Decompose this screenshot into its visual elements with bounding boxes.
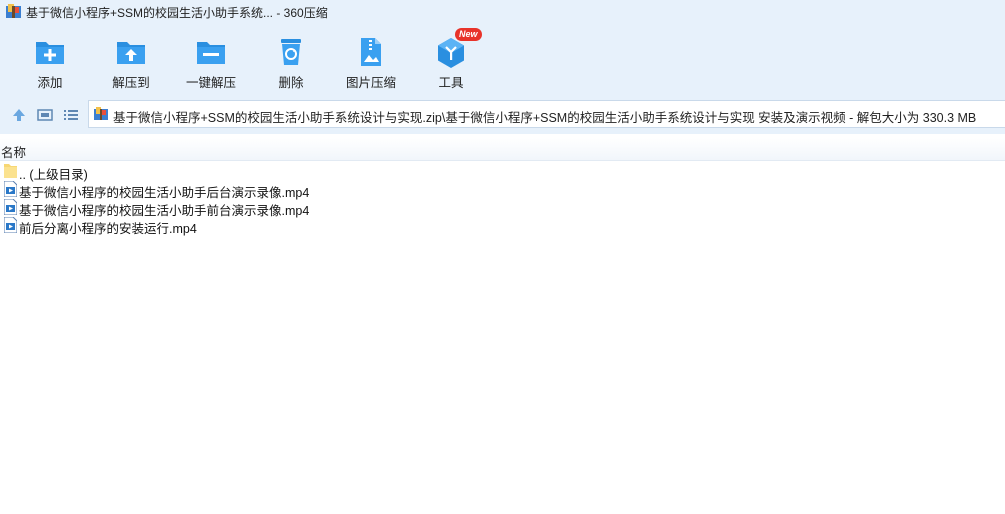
- list-item-parent[interactable]: .. (上级目录): [0, 162, 1005, 182]
- video-file-icon: [4, 181, 17, 197]
- video-file-icon: [4, 217, 17, 233]
- recycle-bin-icon: [281, 39, 301, 65]
- column-name-header[interactable]: 名称: [1, 142, 26, 161]
- add-label: 添加: [37, 76, 63, 90]
- up-arrow-icon[interactable]: [10, 106, 28, 124]
- folder-icon: [4, 164, 17, 178]
- file-list: .. (上级目录) 基于微信小程序的校园生活小助手后台演示录像.mp4 基于微信…: [0, 162, 1005, 236]
- list-item[interactable]: 基于微信小程序的校园生活小助手后台演示录像.mp4: [0, 180, 1005, 200]
- one-click-extract-label: 一键解压: [185, 76, 236, 90]
- address-path: 基于微信小程序+SSM的校园生活小助手系统设计与实现.zip\基于微信小程序+S…: [113, 111, 977, 125]
- tools-button[interactable]: New 工具: [411, 28, 491, 92]
- extract-to-icon: [117, 42, 145, 64]
- zip-archive-icon: [94, 107, 108, 120]
- window-title: 基于微信小程序+SSM的校园生活小助手系统... - 360压缩: [26, 6, 328, 20]
- list-item[interactable]: 前后分离小程序的安装运行.mp4: [0, 216, 1005, 236]
- image-compress-icon: [361, 38, 381, 66]
- extract-to-button[interactable]: 解压到: [91, 30, 171, 92]
- archive-app-icon: [6, 4, 21, 18]
- column-header[interactable]: 名称: [0, 138, 1005, 161]
- new-badge: New: [455, 28, 482, 41]
- one-click-extract-button[interactable]: 一键解压: [171, 30, 251, 92]
- address-field[interactable]: 基于微信小程序+SSM的校园生活小助手系统设计与实现.zip\基于微信小程序+S…: [88, 100, 1005, 128]
- image-compress-button[interactable]: 图片压缩: [331, 30, 411, 92]
- address-bar-area: 基于微信小程序+SSM的校园生活小助手系统设计与实现.zip\基于微信小程序+S…: [0, 96, 1005, 134]
- title-bar: 基于微信小程序+SSM的校园生活小助手系统... - 360压缩: [0, 0, 1005, 24]
- list-item[interactable]: 基于微信小程序的校园生活小助手前台演示录像.mp4: [0, 198, 1005, 218]
- one-click-extract-icon: [197, 42, 225, 64]
- delete-button[interactable]: 删除: [251, 30, 331, 92]
- extract-to-label: 解压到: [112, 76, 150, 90]
- list-view-icon[interactable]: [62, 106, 80, 124]
- toolbar: 添加 解压到 一键解压 删除 图片压缩 New 工具: [0, 24, 1005, 96]
- delete-label: 删除: [278, 76, 304, 90]
- list-item-name: 前后分离小程序的安装运行.mp4: [19, 222, 197, 236]
- image-compress-label: 图片压缩: [345, 76, 396, 90]
- tools-label: 工具: [438, 76, 464, 90]
- add-button[interactable]: 添加: [10, 30, 90, 92]
- video-file-icon: [4, 199, 17, 215]
- add-folder-icon: [36, 42, 64, 64]
- thumbnail-view-icon[interactable]: [36, 106, 54, 124]
